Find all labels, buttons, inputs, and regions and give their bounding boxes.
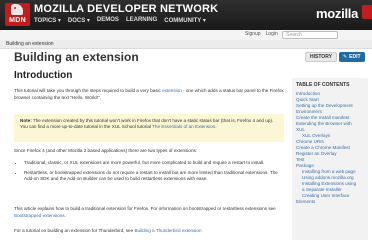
thunderbird-paragraph: For a tutorial on building an extension …	[14, 228, 286, 235]
masthead: MDN MOZILLA DEVELOPER NETWORK TOPICS ▾ D…	[0, 0, 372, 30]
signup-link[interactable]: Signup	[245, 31, 261, 37]
page-title: Building an extension	[14, 50, 139, 64]
essentials-link[interactable]: The Essentials of an Extension	[152, 124, 215, 129]
breadcrumb[interactable]: Building an extension	[6, 41, 54, 47]
search-input[interactable]: Search	[282, 31, 338, 39]
list-item: Restartless, or bootstrapped extensions …	[24, 170, 286, 183]
site-title[interactable]: MOZILLA DEVELOPER NETWORK	[34, 3, 218, 15]
top-navigation: TOPICS ▾ DOCS ▾ DEMOS LEARNING COMMUNITY…	[34, 17, 206, 24]
explains-text-2: .	[64, 212, 66, 218]
list-item: Traditional, classic, or XUL extensions …	[24, 160, 286, 167]
note-text-2: .	[215, 124, 217, 129]
intro-paragraph: This tutorial will take you through the …	[14, 88, 286, 101]
dino-eye	[14, 7, 16, 9]
since-paragraph: Since Firefox 4 (and other Mozilla 2 bas…	[14, 148, 198, 153]
page-actions: HISTORY ✎ EDIT	[305, 52, 365, 62]
mozilla-tab[interactable]	[362, 5, 372, 19]
note-label: Note:	[20, 118, 32, 123]
article-body: Introduction This tutorial will take you…	[10, 70, 290, 240]
pencil-icon: ✎	[342, 54, 348, 60]
user-links: Signup Login	[245, 31, 278, 37]
note-text-1: The extension created by this tutorial w…	[20, 118, 274, 129]
intro-text-1: This tutorial will take you through the …	[14, 88, 163, 93]
toc-list: Introduction Quick Start Setting up the De…	[296, 91, 368, 205]
nav-topics[interactable]: TOPICS ▾	[34, 17, 61, 24]
section-heading: Introduction	[14, 70, 73, 81]
login-link[interactable]: Login	[266, 31, 278, 37]
history-button[interactable]: HISTORY	[305, 52, 337, 62]
note-box: Note: The extension created by this tuto…	[14, 114, 284, 142]
breadcrumb-bar: Building an extension	[0, 40, 372, 49]
edit-button[interactable]: ✎ EDIT	[338, 52, 365, 62]
mozilla-wordmark[interactable]: mozilla	[316, 6, 358, 21]
extension-types-list: Traditional, classic, or XUL extensions …	[24, 160, 286, 186]
nav-learning[interactable]: LEARNING	[126, 17, 157, 24]
thunderbird-link[interactable]: Building a Thunderbird extension	[134, 228, 201, 233]
nav-demos[interactable]: DEMOS	[97, 17, 119, 24]
edit-label: EDIT	[349, 54, 361, 60]
nav-community[interactable]: COMMUNITY ▾	[164, 17, 206, 24]
bootstrapped-link[interactable]: Bootstrapped extensions	[14, 213, 65, 218]
table-of-contents: TABLE OF CONTENTS Introduction Quick Star…	[292, 78, 368, 240]
toc-title: TABLE OF CONTENTS	[296, 82, 350, 88]
user-row: Signup Login Search	[0, 30, 372, 40]
toc-item[interactable]: Elements	[296, 199, 368, 205]
extension-link[interactable]: extension	[162, 88, 182, 93]
explains-paragraph: This article explains how to build a tra…	[14, 206, 286, 219]
mdn-logo[interactable]: MDN	[5, 3, 30, 26]
explains-text-1: This article explains how to build a tra…	[14, 206, 276, 211]
nav-docs[interactable]: DOCS ▾	[68, 17, 90, 24]
thunderbird-text: For a tutorial on building an extension …	[14, 228, 135, 233]
logo-text: MDN	[9, 17, 26, 24]
dino-icon	[11, 4, 23, 15]
